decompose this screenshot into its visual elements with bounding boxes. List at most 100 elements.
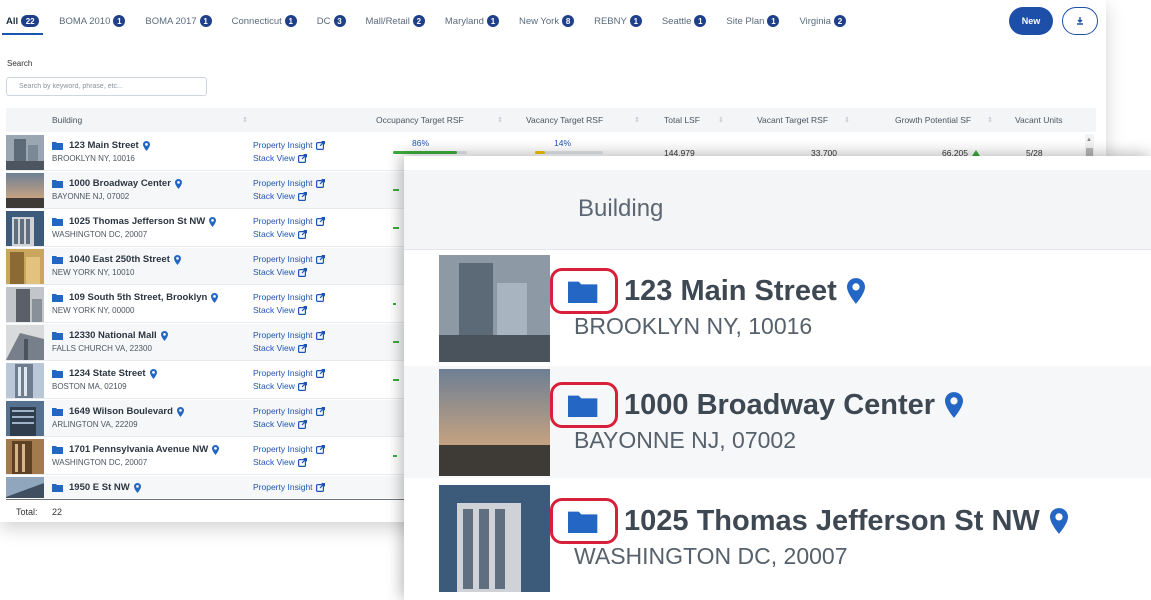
folder-icon[interactable] (52, 141, 64, 150)
download-button[interactable] (1062, 7, 1098, 35)
tab-maryland[interactable]: Maryland 1 (445, 10, 499, 32)
link-text: Property Insight (253, 444, 313, 454)
sort-icon[interactable]: ⇕ (844, 116, 850, 124)
stack-view-link[interactable]: Stack View (253, 229, 307, 239)
folder-icon[interactable] (52, 331, 64, 340)
link-text: Property Insight (253, 406, 313, 416)
sort-icon[interactable]: ⇕ (634, 116, 640, 124)
tab-dc[interactable]: DC 3 (317, 10, 346, 32)
building-name[interactable]: 1000 Broadway Center (52, 178, 182, 189)
stack-view-link[interactable]: Stack View (253, 191, 307, 201)
property-insight-link[interactable]: Property Insight (253, 368, 325, 378)
external-link-icon (315, 292, 325, 302)
property-insight-link[interactable]: Property Insight (253, 292, 325, 302)
building-name[interactable]: 123 Main Street (52, 140, 150, 151)
tab-count-badge: 8 (562, 15, 575, 27)
folder-icon[interactable] (52, 179, 64, 188)
table-header: Building ⇕ Occupancy Target RSF ⇕ Vacanc… (6, 108, 1096, 132)
tab-boma-2017[interactable]: BOMA 2017 1 (145, 10, 212, 32)
external-link-icon (297, 381, 307, 391)
folder-icon[interactable] (52, 369, 64, 378)
column-occupancy[interactable]: Occupancy Target RSF (376, 115, 464, 125)
tab-boma-2010[interactable]: BOMA 2010 1 (59, 10, 126, 32)
stack-view-link[interactable]: Stack View (253, 419, 307, 429)
sort-icon[interactable]: ⇕ (242, 116, 248, 124)
folder-icon[interactable] (567, 509, 601, 533)
new-button[interactable]: New (1009, 7, 1053, 35)
map-pin-icon[interactable] (133, 482, 141, 493)
sort-icon[interactable]: ⇕ (497, 116, 503, 124)
search-input[interactable] (6, 77, 207, 96)
map-pin-icon[interactable] (174, 178, 182, 189)
building-name[interactable]: 1025 Thomas Jefferson St NW (52, 216, 217, 227)
tab-virginia[interactable]: Virginia 2 (799, 10, 846, 32)
building-thumbnail (439, 485, 550, 592)
building-name[interactable]: 109 South 5th Street, Brooklyn (52, 292, 219, 303)
external-link-icon (297, 419, 307, 429)
building-name[interactable]: 1040 East 250th Street (52, 254, 181, 265)
folder-icon[interactable] (52, 407, 64, 416)
folder-icon[interactable] (52, 255, 64, 264)
map-pin-icon[interactable] (212, 444, 220, 455)
sort-icon[interactable]: ⇕ (987, 116, 993, 124)
building-name[interactable]: 1701 Pennsylvania Avenue NW (52, 444, 220, 455)
stack-view-link[interactable]: Stack View (253, 381, 307, 391)
column-vacant-target[interactable]: Vacant Target RSF (757, 115, 828, 125)
property-insight-link[interactable]: Property Insight (253, 178, 325, 188)
building-thumbnail (6, 211, 44, 246)
zoom-header: Building (404, 170, 1151, 250)
folder-icon[interactable] (52, 217, 64, 226)
building-name[interactable]: 12330 National Mall (52, 330, 168, 341)
sort-icon[interactable]: ⇕ (718, 116, 724, 124)
tab-new-york[interactable]: New York 8 (519, 10, 575, 32)
folder-icon[interactable] (567, 279, 601, 303)
tab-label: Virginia (799, 15, 831, 27)
scroll-up-icon[interactable]: ▲ (1086, 137, 1092, 143)
property-insight-link[interactable]: Property Insight (253, 406, 325, 416)
zoom-building-name: 123 Main Street (550, 268, 865, 314)
folder-icon[interactable] (52, 293, 64, 302)
tab-site-plan[interactable]: Site Plan 1 (726, 10, 780, 32)
folder-icon[interactable] (52, 483, 64, 492)
property-insight-link[interactable]: Property Insight (253, 254, 325, 264)
property-insight-link[interactable]: Property Insight (253, 444, 325, 454)
property-insight-link[interactable]: Property Insight (253, 482, 325, 492)
map-pin-icon[interactable] (149, 368, 157, 379)
column-growth[interactable]: Growth Potential SF (895, 115, 971, 125)
map-pin-icon[interactable] (209, 216, 217, 227)
column-building[interactable]: Building (52, 115, 82, 125)
map-pin-icon[interactable] (173, 254, 181, 265)
stack-view-link[interactable]: Stack View (253, 457, 307, 467)
tab-connecticut[interactable]: Connecticut 1 (232, 10, 297, 32)
property-insight-link[interactable]: Property Insight (253, 216, 325, 226)
folder-icon[interactable] (52, 445, 64, 454)
building-name[interactable]: 1950 E St NW (52, 482, 141, 493)
map-pin-icon[interactable] (142, 140, 150, 151)
tab-rebny[interactable]: REBNY 1 (594, 10, 642, 32)
map-pin-icon[interactable] (176, 406, 184, 417)
link-text: Property Insight (253, 254, 313, 264)
stack-view-link[interactable]: Stack View (253, 305, 307, 315)
property-insight-link[interactable]: Property Insight (253, 140, 325, 150)
column-total-lsf[interactable]: Total LSF (664, 115, 700, 125)
stack-view-link[interactable]: Stack View (253, 153, 307, 163)
tab-seattle[interactable]: Seattle 1 (662, 10, 707, 32)
map-pin-icon[interactable] (160, 330, 168, 341)
map-pin-icon[interactable] (211, 292, 219, 303)
property-insight-link[interactable]: Property Insight (253, 330, 325, 340)
building-address: BAYONNE NJ, 07002 (52, 192, 130, 201)
building-name[interactable]: 1649 Wilson Boulevard (52, 406, 184, 417)
building-name[interactable]: 1234 State Street (52, 368, 157, 379)
tab-mall-retail[interactable]: Mall/Retail 2 (366, 10, 425, 32)
tab-label: REBNY (594, 15, 627, 27)
tab-all[interactable]: All 22 (1, 10, 44, 35)
folder-icon[interactable] (567, 393, 601, 417)
column-vacancy[interactable]: Vacancy Target RSF (526, 115, 603, 125)
building-name-text: 1025 Thomas Jefferson St NW (69, 216, 206, 227)
folder-highlight (550, 498, 618, 544)
stack-view-link[interactable]: Stack View (253, 267, 307, 277)
building-thumbnail (6, 401, 44, 436)
building-name-text: 1234 State Street (69, 368, 146, 379)
stack-view-link[interactable]: Stack View (253, 343, 307, 353)
column-vacant-units[interactable]: Vacant Units (1015, 115, 1063, 125)
